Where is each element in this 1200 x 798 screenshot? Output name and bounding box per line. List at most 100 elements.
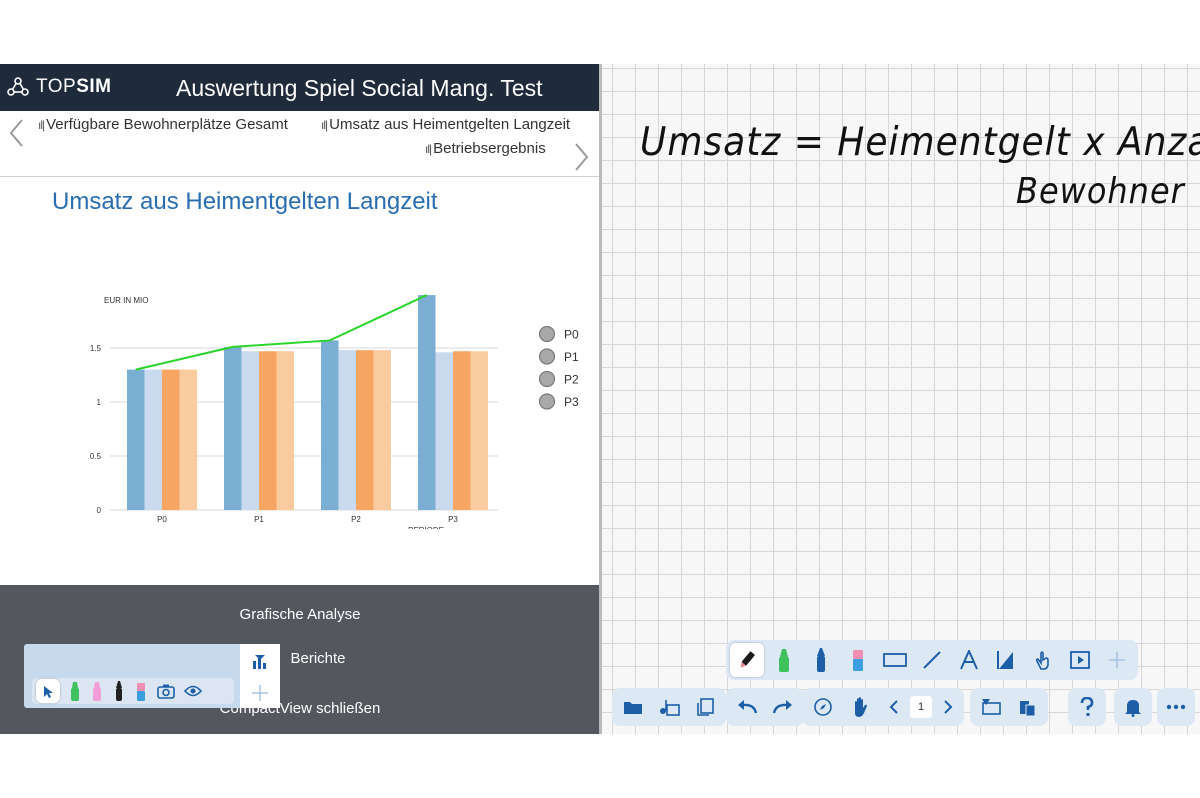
- whiteboard-canvas[interactable]: Umsatz = Heimentgelt x Anzahl Bewohner 1: [602, 64, 1200, 734]
- page-number-field[interactable]: 1: [910, 696, 932, 718]
- redo-icon[interactable]: [766, 690, 800, 724]
- bar-u4-p1: [276, 351, 294, 510]
- undo-icon[interactable]: [730, 690, 764, 724]
- presentation-mode-icon[interactable]: [250, 652, 270, 672]
- green-marker-icon[interactable]: [68, 680, 82, 702]
- handwritten-formula: Umsatz = Heimentgelt x Anzahl: [640, 119, 1200, 166]
- more-toolbar: [1157, 688, 1195, 726]
- chevron-left-icon[interactable]: [882, 690, 906, 724]
- nav-link-bewohnerplaetze[interactable]: ıl| Verfügbare Bewohnerplätze Gesamt: [38, 116, 288, 133]
- page-manager-icon[interactable]: [688, 690, 722, 724]
- chart-title: Umsatz aus Heimentgelten Langzeit: [52, 188, 438, 215]
- screen-share-icon[interactable]: [974, 690, 1008, 724]
- nav-link-label: Umsatz aus Heimentgelten Langzeit: [329, 116, 571, 133]
- clipboard-icon[interactable]: [1010, 690, 1044, 724]
- topsim-logo-icon: [7, 77, 29, 96]
- period-filter-p3[interactable]: [538, 393, 556, 410]
- floating-toolbar-side: [240, 644, 280, 708]
- bar-u4-p0: [179, 369, 197, 510]
- share-toolbar: [970, 688, 1048, 726]
- eraser-icon[interactable]: [841, 643, 875, 677]
- period-filter-label: P3: [564, 395, 579, 409]
- period-filter-label: P1: [564, 350, 579, 364]
- black-pen-icon[interactable]: [112, 680, 126, 702]
- more-options-icon[interactable]: [1159, 690, 1193, 724]
- analysis-pane: TOPSIM Auswertung Spiel Social Mang. Tes…: [0, 64, 600, 734]
- y-tick-label: 0.5: [90, 452, 102, 461]
- bar-u2-p2: [338, 350, 356, 510]
- bar-u1-p2: [321, 340, 339, 510]
- camera-icon[interactable]: [156, 683, 176, 699]
- move-icon[interactable]: [251, 684, 269, 702]
- bar-u3-p1: [259, 351, 277, 510]
- bar-chart-icon: ıl|: [38, 117, 45, 132]
- chevron-left-icon[interactable]: [6, 118, 28, 148]
- period-filter-label: P2: [564, 373, 579, 387]
- help-icon[interactable]: [1070, 690, 1104, 724]
- blue-pen-icon[interactable]: [804, 643, 838, 677]
- hand-pan-icon[interactable]: [844, 690, 878, 724]
- eraser-icon[interactable]: [134, 680, 148, 702]
- undo-redo-toolbar: [726, 688, 804, 726]
- bar-u3-p0: [162, 369, 180, 510]
- period-filter-p0[interactable]: [538, 325, 556, 343]
- green-marker-icon[interactable]: [767, 643, 801, 677]
- drawing-tools-toolbar: [726, 640, 1138, 680]
- bar-u1-p3: [418, 295, 436, 510]
- bar-u4-p3: [470, 351, 488, 510]
- folder-icon[interactable]: [616, 690, 650, 724]
- floating-toolbar-tools: [32, 678, 234, 704]
- chevron-right-icon[interactable]: [936, 690, 960, 724]
- media-library-icon[interactable]: [652, 690, 686, 724]
- period-filter-p1[interactable]: [538, 348, 556, 365]
- file-toolbar: [612, 688, 726, 726]
- move-toolbar-icon[interactable]: [1100, 643, 1134, 677]
- bar-u2-p1: [241, 351, 259, 510]
- eye-icon[interactable]: [184, 684, 202, 698]
- app-screen: TOPSIM Auswertung Spiel Social Mang. Tes…: [0, 64, 1200, 734]
- bar-chart-icon: ıl|: [321, 117, 328, 132]
- touch-gesture-icon[interactable]: [1026, 643, 1060, 677]
- bar-u3-p2: [356, 350, 374, 510]
- bell-icon[interactable]: [1116, 690, 1150, 724]
- shape-fill-icon[interactable]: [989, 643, 1023, 677]
- nav-link-betriebsergebnis[interactable]: ıl| Betriebsergebnis: [425, 140, 546, 157]
- help-toolbar: [1068, 688, 1106, 726]
- pink-marker-icon[interactable]: [90, 680, 104, 702]
- line-icon[interactable]: [915, 643, 949, 677]
- y-axis-label: EUR IN MIO: [104, 296, 148, 305]
- chart-bars-group: [127, 295, 488, 510]
- nav-link-umsatz[interactable]: ıl| Umsatz aus Heimentgelten Langzeit: [321, 116, 570, 133]
- bar-u3-p3: [453, 351, 471, 510]
- bar-u1-p0: [127, 369, 145, 510]
- bar-u2-p0: [144, 369, 162, 510]
- y-tick-label: 1.5: [90, 344, 102, 353]
- nav-link-label: Verfügbare Bewohnerplätze Gesamt: [46, 116, 288, 133]
- floating-pen-toolbar: [24, 644, 280, 708]
- y-tick-label: 1: [97, 398, 102, 407]
- chevron-right-icon[interactable]: [570, 142, 592, 172]
- media-frame-icon[interactable]: [1063, 643, 1097, 677]
- page-title: Auswertung Spiel Social Mang. Test: [176, 75, 543, 101]
- notifications-toolbar: [1114, 688, 1152, 726]
- bar-chart-icon: ıl|: [425, 141, 432, 156]
- compass-icon[interactable]: [806, 690, 840, 724]
- x-axis-label: PERIODE: [408, 526, 444, 529]
- brand-name: TOPSIM: [36, 76, 112, 98]
- bar-u4-p2: [373, 350, 391, 510]
- brand-top-text: TOP: [36, 76, 77, 97]
- navigation-toolbar: 1: [802, 688, 964, 726]
- bar-u2-p3: [435, 352, 453, 510]
- menu-item-grafische-analyse[interactable]: Grafische Analyse: [0, 606, 600, 623]
- topsim-logo[interactable]: TOPSIM: [6, 76, 112, 98]
- bar-u1-p1: [224, 346, 242, 510]
- x-tick-label: P1: [254, 515, 264, 524]
- black-pen-icon[interactable]: [730, 643, 764, 677]
- brand-sim-text: SIM: [76, 76, 112, 97]
- text-icon[interactable]: [952, 643, 986, 677]
- period-filter-p2[interactable]: [538, 370, 556, 388]
- rectangle-icon[interactable]: [878, 643, 912, 677]
- cursor-icon[interactable]: [36, 679, 60, 703]
- period-filter-label: P0: [564, 328, 579, 342]
- chart-navigation: ıl| Verfügbare Bewohnerplätze Gesamt ıl|…: [0, 111, 600, 177]
